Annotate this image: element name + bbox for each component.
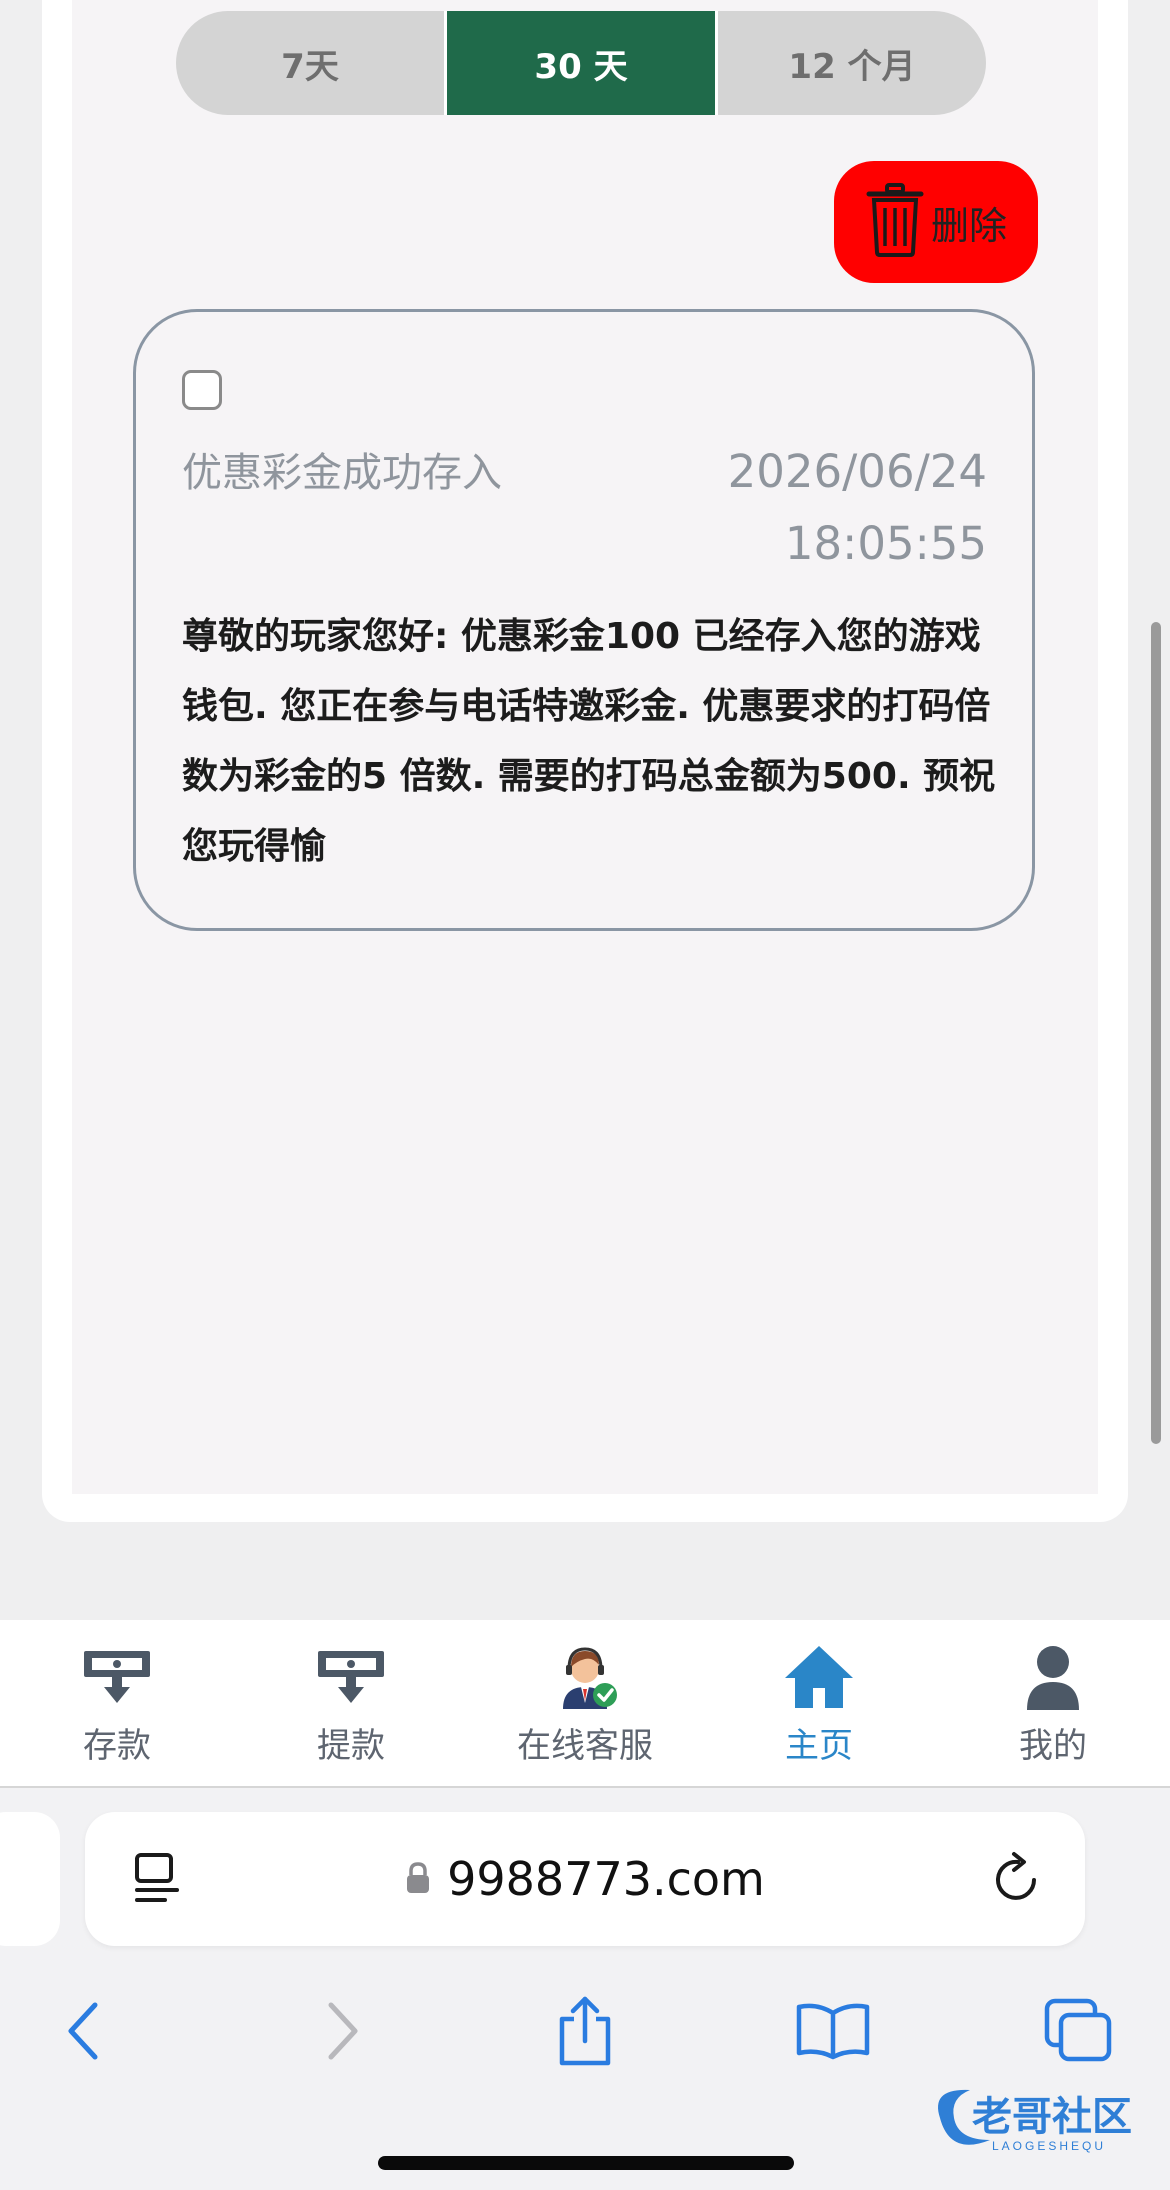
deposit-icon (77, 1642, 157, 1712)
nav-item-support[interactable]: 在线客服 (468, 1620, 702, 1786)
nav-home-label: 主页 (785, 1726, 853, 1766)
withdraw-icon (311, 1642, 391, 1712)
delete-label: 删除 (930, 203, 1007, 248)
svg-text:LAOGESHEQU: LAOGESHEQU (992, 2139, 1106, 2153)
user-icon (1013, 1642, 1093, 1712)
message-timestamp: 2026/06/24 18:05:55 (728, 436, 987, 580)
filter-7-days[interactable]: 7天 (176, 11, 444, 115)
lock-icon (405, 1852, 431, 1906)
back-arrow-icon (65, 2001, 105, 2065)
url-text: 9988773.com (447, 1852, 765, 1906)
svg-text:老哥社区: 老哥社区 (972, 2095, 1132, 2139)
nav-item-mine[interactable]: 我的 (936, 1620, 1170, 1786)
share-icon (554, 1995, 616, 2071)
nav-deposit-label: 存款 (83, 1726, 151, 1766)
tabs-button[interactable] (1034, 1988, 1124, 2078)
message-time: 18:05:55 (784, 517, 987, 570)
period-filter: 7天 30 天 12 个月 (176, 11, 986, 115)
trash-icon (865, 182, 925, 262)
reload-icon[interactable] (990, 1850, 1046, 1914)
bookmarks-button[interactable] (788, 1988, 878, 2078)
forward-arrow-icon (321, 2001, 361, 2065)
nav-mine-label: 我的 (1019, 1726, 1087, 1766)
nav-withdraw-label: 提款 (317, 1726, 385, 1766)
tabs-icon (1043, 1997, 1115, 2069)
message-title: 优惠彩金成功存入 (182, 450, 502, 496)
message-date: 2026/06/24 (727, 445, 987, 498)
url-display: 9988773.com (85, 1812, 1085, 1946)
page: 7天 30 天 12 个月 删除 优惠彩金成功存入 2026/06/24 18:… (0, 0, 1170, 2190)
watermark-logo: 老哥社区 LAOGESHEQU (910, 2078, 1150, 2158)
customer-service-icon (545, 1642, 625, 1712)
share-button[interactable] (540, 1988, 630, 2078)
scrollbar[interactable] (1151, 622, 1161, 1444)
browser-toolbar: 9988773.com 老哥社区 LAOGESHEQU (0, 1788, 1170, 2190)
message-card: 优惠彩金成功存入 2026/06/24 18:05:55 尊敬的玩家您好: 优惠… (133, 309, 1035, 931)
nav-item-deposit[interactable]: 存款 (0, 1620, 234, 1786)
delete-button[interactable]: 删除 (834, 161, 1038, 283)
previous-tab-edge[interactable] (0, 1812, 60, 1946)
bottom-nav: 存款 提款 在线客服 主页 我的 (0, 1620, 1170, 1788)
nav-item-home[interactable]: 主页 (702, 1620, 936, 1786)
back-button[interactable] (40, 1988, 130, 2078)
message-body: 尊敬的玩家您好: 优惠彩金100 已经存入您的游戏钱包. 您正在参与电话特邀彩金… (182, 616, 996, 867)
forward-button[interactable] (296, 1988, 386, 2078)
filter-30-days[interactable]: 30 天 (444, 11, 718, 115)
book-icon (795, 2001, 871, 2065)
home-indicator[interactable] (378, 2156, 794, 2170)
nav-item-withdraw[interactable]: 提款 (234, 1620, 468, 1786)
home-icon (779, 1642, 859, 1712)
nav-support-label: 在线客服 (517, 1726, 653, 1766)
filter-12-months[interactable]: 12 个月 (718, 11, 986, 115)
address-bar[interactable]: 9988773.com (85, 1812, 1085, 1946)
message-checkbox[interactable] (182, 370, 222, 410)
